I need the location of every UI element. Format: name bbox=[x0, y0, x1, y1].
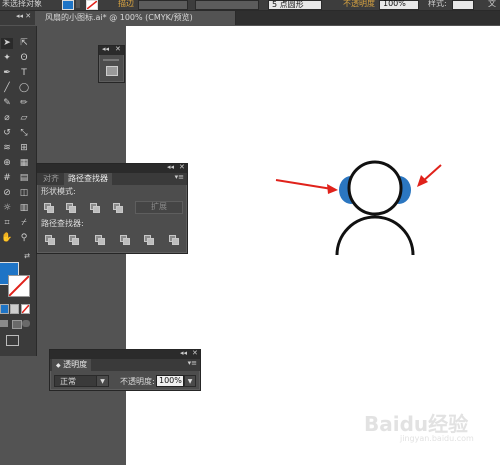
draw-inside-icon[interactable] bbox=[22, 320, 30, 327]
fill-color-swatch[interactable] bbox=[62, 0, 74, 10]
draw-behind-icon[interactable] bbox=[12, 320, 22, 329]
transparency-panel-icon[interactable] bbox=[106, 66, 118, 76]
eyedropper-icon[interactable]: ⊘ bbox=[1, 188, 13, 199]
fill-dropdown[interactable] bbox=[76, 0, 80, 8]
minus-front-icon[interactable] bbox=[65, 202, 77, 213]
head-circle[interactable] bbox=[347, 160, 403, 216]
type-tool-icon[interactable]: T bbox=[18, 68, 30, 79]
stroke-weight-field[interactable] bbox=[138, 0, 188, 10]
watermark-text: Baidu经验 bbox=[364, 412, 469, 436]
trim-icon[interactable] bbox=[68, 234, 80, 245]
shape-modes-label: 形状模式: bbox=[41, 187, 76, 196]
more-controls[interactable]: 文 bbox=[488, 0, 496, 9]
close-icon[interactable]: ✕ bbox=[115, 45, 121, 53]
screen-mode-icon[interactable] bbox=[6, 335, 19, 346]
mini-panel: ◂◂ ✕ bbox=[98, 45, 125, 83]
intersect-icon[interactable] bbox=[89, 202, 101, 213]
none-mode-button[interactable] bbox=[21, 304, 30, 314]
tab-pathfinder[interactable]: 路径查找器 bbox=[64, 173, 112, 185]
artwork bbox=[275, 160, 442, 256]
free-transform-icon[interactable]: ⊞ bbox=[18, 143, 30, 154]
collapse-arrows-icon[interactable]: ◂◂ bbox=[102, 45, 109, 53]
blend-tool-icon[interactable]: ◫ bbox=[18, 188, 30, 199]
swap-colors-icon[interactable]: ⇄ bbox=[21, 251, 33, 262]
tab-transparency[interactable]: ◆ 透明度 bbox=[52, 359, 92, 371]
none-icon bbox=[21, 304, 30, 314]
rotate-tool-icon[interactable]: ↺ bbox=[1, 128, 13, 139]
brush-value: 5 点圆形 bbox=[272, 0, 304, 9]
hand-tool-icon[interactable]: ✋ bbox=[1, 233, 13, 244]
stroke-color-swatch[interactable] bbox=[86, 0, 98, 10]
direct-selection-tool-icon[interactable]: ⇱ bbox=[18, 38, 30, 49]
watermark: Baidu经验 jingyan.baidu.com bbox=[364, 408, 494, 444]
style-label: 样式: bbox=[428, 0, 447, 8]
no-stroke-icon bbox=[8, 275, 30, 297]
eraser-tool-icon[interactable]: ▱ bbox=[18, 113, 30, 124]
gradient-tool-icon[interactable]: ▤ bbox=[18, 173, 30, 184]
selection-status: 未选择对象 bbox=[2, 0, 42, 8]
transparency-title: 透明度 bbox=[63, 360, 88, 369]
blend-mode-value: 正常 bbox=[60, 377, 76, 386]
variable-width-profile[interactable] bbox=[195, 0, 259, 10]
slice-tool-icon[interactable]: ⌿ bbox=[18, 218, 30, 229]
artboard-tool-icon[interactable]: ⌗ bbox=[1, 218, 13, 229]
user-icon-drawing[interactable] bbox=[335, 160, 415, 256]
control-bar: 未选择对象 描边 5 点圆形 不透明度 100% 样式: 文 bbox=[0, 0, 500, 11]
opacity-label[interactable]: 不透明度 bbox=[343, 0, 375, 9]
blend-mode-select[interactable]: 正常 ▼ bbox=[54, 375, 109, 387]
gripper bbox=[103, 59, 119, 61]
line-tool-icon[interactable]: ╱ bbox=[1, 83, 13, 94]
red-arrow-left bbox=[275, 179, 338, 194]
unite-icon[interactable] bbox=[43, 202, 55, 213]
warp-tool-icon[interactable]: ≋ bbox=[1, 143, 13, 154]
pencil-tool-icon[interactable]: ✏ bbox=[18, 98, 30, 109]
magic-wand-icon[interactable]: ✦ bbox=[1, 53, 13, 64]
tab-align[interactable]: 对齐 bbox=[39, 173, 63, 185]
mini-panel-header: ◂◂ ✕ bbox=[99, 45, 124, 55]
watermark-subtext: jingyan.baidu.com bbox=[400, 434, 474, 443]
document-title: 风扇的小图标.ai* @ 100% (CMYK/预览) bbox=[45, 13, 193, 22]
column-graph-icon[interactable]: ▥ bbox=[18, 203, 30, 214]
expand-toggle-icon: ◆ bbox=[56, 362, 61, 369]
toolbox: ➤ ⇱ ✦ ʘ ✒ T ╱ ◯ ✎ ✏ ⌀ ▱ ↺ ⤡ ≋ ⊞ ⊕ ▦ # ▤ … bbox=[0, 26, 37, 356]
opacity-value: 100% bbox=[383, 0, 406, 8]
scale-tool-icon[interactable]: ⤡ bbox=[18, 128, 30, 139]
mesh-tool-icon[interactable]: # bbox=[1, 173, 13, 184]
document-tab[interactable]: 风扇的小图标.ai* @ 100% (CMYK/预览) bbox=[35, 11, 236, 25]
gradient-mode-button[interactable] bbox=[10, 304, 19, 314]
selection-tool-icon[interactable]: ➤ bbox=[1, 38, 13, 49]
perspective-grid-icon[interactable]: ▦ bbox=[18, 158, 30, 169]
shoulders-arc[interactable] bbox=[335, 215, 415, 256]
stroke-label[interactable]: 描边 bbox=[118, 0, 134, 9]
zoom-tool-icon[interactable]: ⚲ bbox=[18, 233, 30, 244]
brush-definition-select[interactable]: 5 点圆形 bbox=[268, 0, 322, 10]
stroke-color-box[interactable] bbox=[8, 275, 30, 297]
symbol-sprayer-icon[interactable]: ☼ bbox=[1, 203, 13, 214]
no-stroke-icon bbox=[87, 1, 97, 9]
shape-builder-icon[interactable]: ⊕ bbox=[1, 158, 13, 169]
style-swatch[interactable] bbox=[452, 0, 474, 10]
color-mode-button[interactable] bbox=[0, 304, 9, 314]
exclude-icon[interactable] bbox=[112, 202, 124, 213]
opacity-field[interactable]: 100% bbox=[379, 0, 419, 10]
ellipse-tool-icon[interactable]: ◯ bbox=[18, 83, 30, 94]
paintbrush-tool-icon[interactable]: ✎ bbox=[1, 98, 13, 109]
blob-brush-icon[interactable]: ⌀ bbox=[1, 113, 13, 124]
chevron-down-icon: ▼ bbox=[96, 376, 108, 386]
pen-tool-icon[interactable]: ✒ bbox=[1, 68, 13, 79]
pathfinders-label: 路径查找器: bbox=[41, 219, 84, 228]
lasso-tool-icon[interactable]: ʘ bbox=[18, 53, 30, 64]
divide-icon[interactable] bbox=[44, 234, 56, 245]
red-arrow-right bbox=[417, 164, 442, 187]
toolbox-header: ◂◂ ✕ bbox=[0, 11, 35, 25]
collapse-arrows-icon[interactable]: ◂◂ ✕ bbox=[16, 12, 31, 20]
draw-normal-icon[interactable] bbox=[0, 320, 8, 327]
merge-icon[interactable] bbox=[94, 234, 106, 245]
